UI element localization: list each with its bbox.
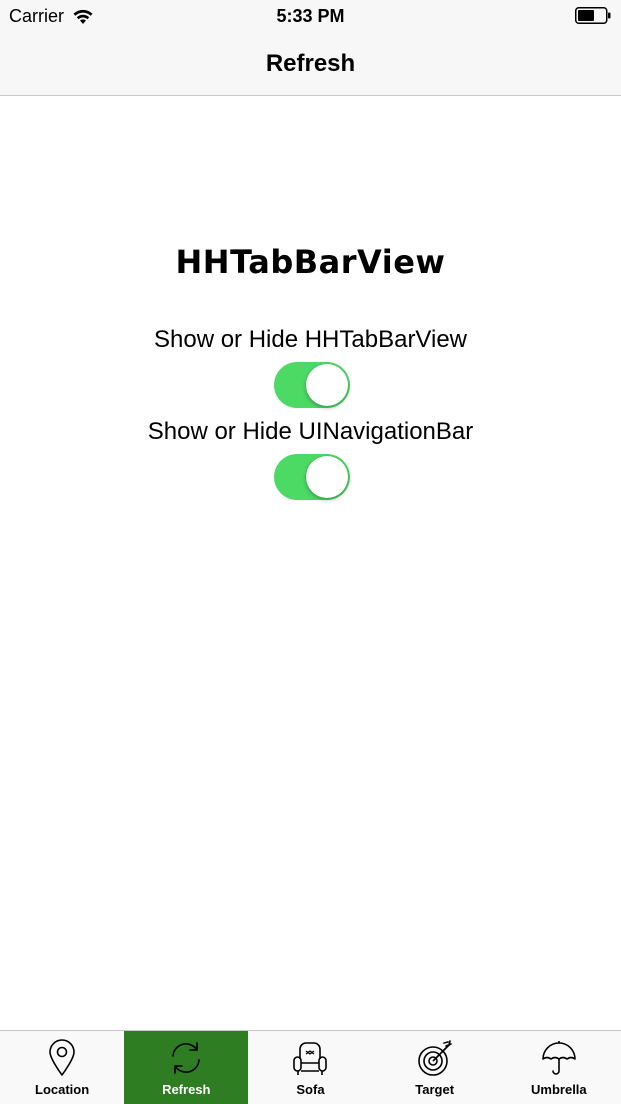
tab-bar: Location Refresh Sofa Target Umbrella [0,1030,621,1104]
status-bar: Carrier 5:33 PM [0,0,621,32]
sofa-icon [293,1042,328,1075]
tab-sofa[interactable]: Sofa [248,1031,372,1104]
navigation-bar: Refresh [0,32,621,96]
toggle-navbar-label: Show or Hide UINavigationBar [147,418,474,445]
tab-label: Umbrella [531,1082,587,1097]
nav-title: Refresh [265,50,356,77]
umbrella-icon [542,1041,576,1075]
toggle-navbar-switch[interactable] [274,454,350,500]
location-pin-icon [49,1039,75,1076]
toggle-tabbar-switch[interactable] [274,362,350,408]
target-icon [417,1040,452,1076]
switch-knob [306,364,348,406]
battery-icon [575,7,611,24]
tab-target[interactable]: Target [373,1031,497,1104]
tab-label: Refresh [162,1082,211,1097]
content-title: HHTabBarView [175,243,446,281]
tab-label: Sofa [296,1082,325,1097]
tab-location[interactable]: Location [0,1031,124,1104]
toggle-tabbar-label: Show or Hide HHTabBarView [153,326,468,353]
tab-umbrella[interactable]: Umbrella [497,1031,621,1104]
tab-label: Location [35,1082,90,1097]
status-time: 5:33 PM [276,6,345,26]
switch-knob [306,456,348,498]
refresh-icon [172,1042,201,1074]
tab-label: Target [415,1082,455,1097]
tab-refresh[interactable]: Refresh [124,1031,249,1104]
